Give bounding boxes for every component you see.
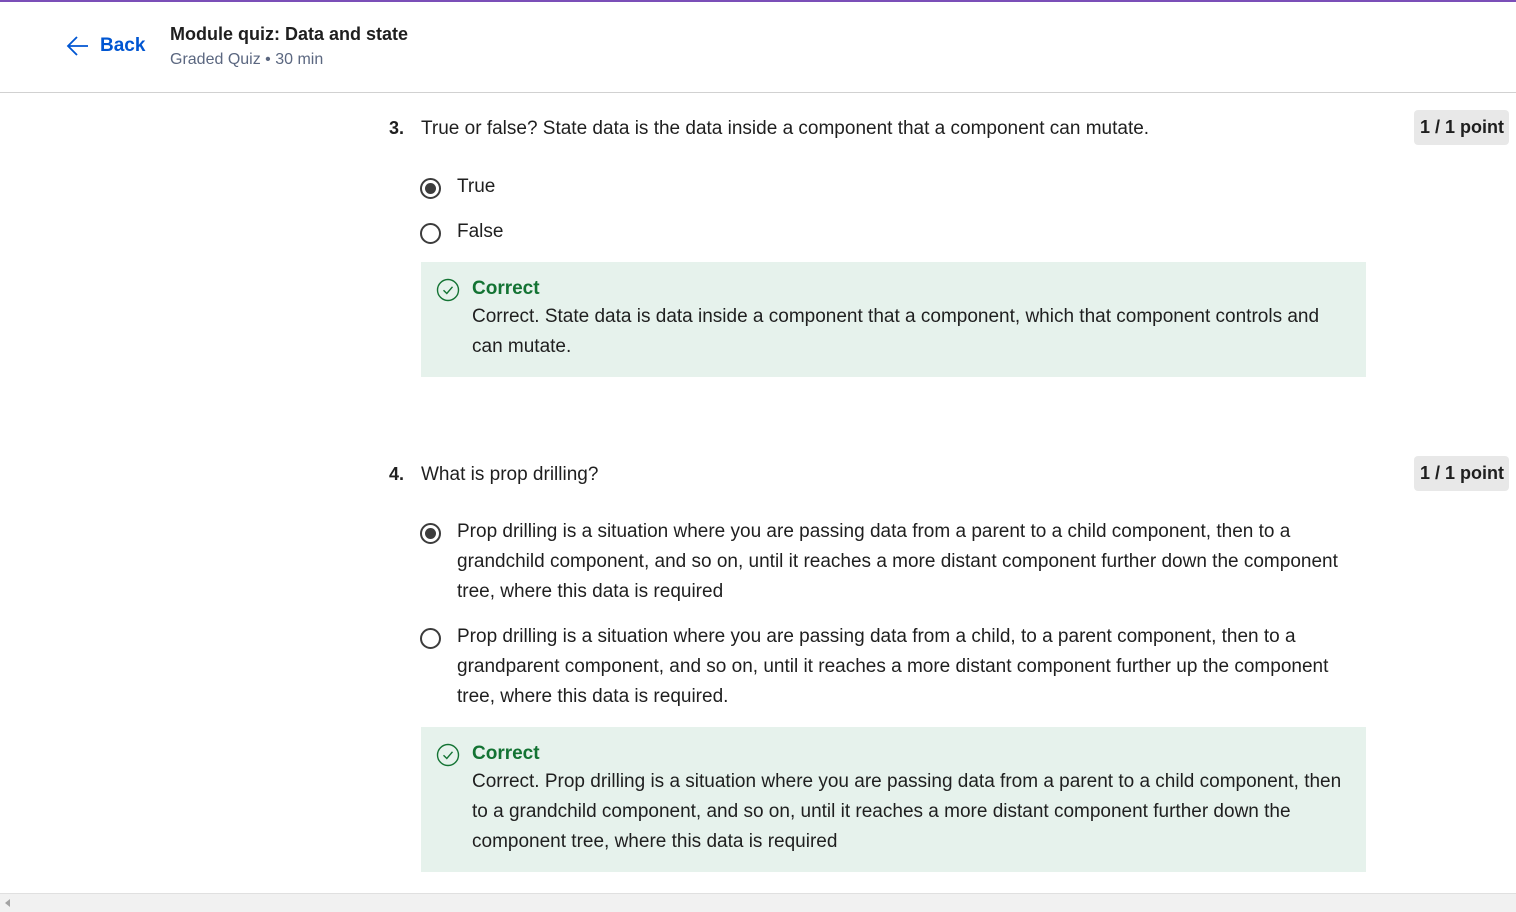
radio-selected[interactable] — [420, 178, 441, 199]
option-child-to-parent[interactable]: Prop drilling is a situation where you a… — [420, 626, 1350, 712]
question-number: 4. — [389, 464, 405, 484]
feedback-title: Correct — [472, 743, 540, 764]
quiz-meta: Graded Quiz • 30 min — [170, 51, 324, 68]
horizontal-scrollbar[interactable] — [0, 893, 1516, 912]
option-true[interactable]: True — [420, 176, 1350, 202]
option-label: Prop drilling is a situation where you a… — [457, 521, 1338, 602]
quiz-title-block: Module quiz: Data and state Graded Quiz … — [170, 24, 408, 69]
question-text: What is prop drilling? — [421, 464, 599, 485]
points-badge: 1 / 1 point — [1413, 110, 1509, 145]
check-circle-icon — [436, 278, 460, 302]
page-header: Back Module quiz: Data and state Graded … — [0, 2, 1516, 93]
option-label: False — [457, 221, 504, 242]
feedback-box: Correct Correct. State data is data insi… — [421, 262, 1366, 377]
option-parent-to-child[interactable]: Prop drilling is a situation where you a… — [420, 521, 1350, 607]
question-number: 3. — [389, 118, 405, 138]
scroll-left-arrow-icon[interactable] — [5, 899, 10, 907]
feedback-box: Correct Correct. Prop drilling is a situ… — [421, 727, 1366, 872]
feedback-text: Correct. State data is data inside a com… — [472, 306, 1320, 357]
radio-unselected[interactable] — [420, 628, 441, 649]
page-title: Module quiz: Data and state — [170, 24, 409, 44]
check-circle-icon — [436, 743, 460, 767]
radio-unselected[interactable] — [420, 223, 441, 244]
radio-selected[interactable] — [420, 523, 441, 544]
back-button[interactable]: Back — [66, 34, 145, 58]
feedback-text: Correct. Prop drilling is a situation wh… — [472, 771, 1342, 852]
option-label: True — [457, 176, 496, 197]
option-label: Prop drilling is a situation where you a… — [457, 626, 1329, 707]
option-false[interactable]: False — [420, 221, 1350, 247]
back-label: Back — [100, 35, 146, 56]
feedback-title: Correct — [472, 278, 540, 299]
points-badge: 1 / 1 point — [1413, 456, 1509, 491]
arrow-left-icon — [66, 36, 88, 56]
question-text: True or false? State data is the data in… — [421, 118, 1150, 139]
